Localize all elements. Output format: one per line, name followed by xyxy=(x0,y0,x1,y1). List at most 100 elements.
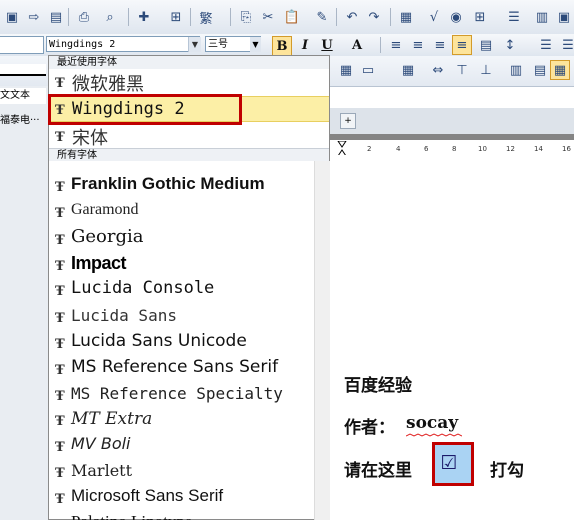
truetype-icon: Ŧ xyxy=(55,466,65,481)
table-grid-icon[interactable]: ▦ xyxy=(336,60,356,80)
cell-icon[interactable]: ⊥ xyxy=(476,60,496,80)
font-item[interactable]: MT Extra xyxy=(71,409,152,429)
font-size-value: 三号 xyxy=(208,39,228,50)
chevron-down-icon[interactable]: ▼ xyxy=(188,37,201,52)
split-icon[interactable]: ⊤ xyxy=(452,60,472,80)
truetype-icon: Ŧ xyxy=(55,180,65,195)
align-left-icon[interactable]: ≡ xyxy=(386,35,406,55)
justify-icon[interactable]: ≡ xyxy=(452,35,472,55)
distribute-icon[interactable]: ▥ xyxy=(506,60,526,80)
dropdown-scrollbar[interactable] xyxy=(314,161,330,520)
chevron-down-icon[interactable]: ▼ xyxy=(250,37,261,52)
columns-icon[interactable]: ☰ xyxy=(504,7,524,27)
truetype-icon: Ŧ xyxy=(55,233,65,248)
table-style-icon[interactable]: ▤ xyxy=(530,60,550,80)
line-spacing-icon[interactable]: ↕ xyxy=(500,35,520,55)
font-item[interactable]: Lucida Console xyxy=(71,278,214,298)
document-tab[interactable]: 福泰电··· xyxy=(0,113,46,129)
font-item[interactable]: Lucida Sans Unicode xyxy=(71,331,247,351)
redo-icon[interactable]: ↷ xyxy=(364,7,384,27)
new-tab-button[interactable]: + xyxy=(340,113,356,129)
reading-icon[interactable]: ▣ xyxy=(554,7,574,27)
truetype-icon: Ŧ xyxy=(55,363,65,378)
truetype-icon: Ŧ xyxy=(55,284,65,299)
insert-table-icon[interactable]: ⊞ xyxy=(470,7,490,27)
ruler-number: 8 xyxy=(452,145,457,153)
export-icon[interactable]: ⇨ xyxy=(24,7,44,27)
truetype-icon: Ŧ xyxy=(55,76,65,91)
selection-highlight-box xyxy=(48,94,242,125)
font-color-button[interactable]: A xyxy=(348,36,366,54)
paste-icon[interactable]: 📋 xyxy=(282,7,302,27)
font-item[interactable]: Garamond xyxy=(71,201,139,219)
document-line-3-after[interactable]: 打勾 xyxy=(490,456,524,481)
format-painter-icon[interactable]: ✎ xyxy=(312,7,332,27)
save-icon[interactable]: ▣ xyxy=(2,7,22,27)
document-line-3-before[interactable]: 请在这里 xyxy=(344,456,412,481)
print-icon[interactable]: ⎙ xyxy=(74,7,94,27)
font-item[interactable]: Franklin Gothic Medium xyxy=(71,174,265,194)
italic-button[interactable]: I xyxy=(296,36,314,54)
document-tab[interactable]: 文文本 xyxy=(0,88,46,104)
font-item[interactable]: Georgia xyxy=(71,226,143,247)
pdf-icon[interactable]: ▤ xyxy=(46,7,66,27)
document-author-name[interactable]: socay xyxy=(406,413,458,433)
truetype-icon: Ŧ xyxy=(55,389,65,404)
copy-icon[interactable]: ⎘ xyxy=(236,7,256,27)
checkbox-icon[interactable]: ☑ xyxy=(438,452,460,474)
font-item[interactable]: Impact xyxy=(71,253,127,274)
ruler-number: 14 xyxy=(534,145,543,153)
style-combo[interactable] xyxy=(0,36,44,54)
chart-icon[interactable]: ▥ xyxy=(532,7,552,27)
font-item[interactable]: Marlett xyxy=(71,461,132,480)
document-line-1[interactable]: 百度经验 xyxy=(344,371,412,396)
left-panel xyxy=(0,86,48,520)
spellcheck-underline xyxy=(406,433,462,437)
truetype-icon: Ŧ xyxy=(55,414,65,429)
font-item[interactable]: Microsoft Sans Serif xyxy=(71,486,223,506)
document-tab-bar xyxy=(328,108,574,134)
font-item[interactable]: 微软雅黑 xyxy=(72,70,144,96)
ruler-number: 16 xyxy=(562,145,571,153)
truetype-icon: Ŧ xyxy=(55,440,65,455)
align-center-icon[interactable]: ≡ xyxy=(408,35,428,55)
truetype-icon: Ŧ xyxy=(55,337,65,352)
cut-icon[interactable]: ✂ xyxy=(258,7,278,27)
table-view-icon[interactable]: ▦ xyxy=(550,60,570,80)
insert-rows-icon[interactable]: ▦ xyxy=(398,60,418,80)
underline-button[interactable]: U xyxy=(318,36,336,54)
truetype-icon: Ŧ xyxy=(55,311,65,326)
table-icon[interactable]: ▦ xyxy=(396,7,416,27)
formula-icon[interactable]: √ xyxy=(424,7,444,27)
font-combo-value: Wingdings 2 xyxy=(49,39,116,50)
font-item[interactable]: Palatino Linotype xyxy=(71,512,192,520)
left-input[interactable] xyxy=(0,64,46,76)
distributed-icon[interactable]: ▤ xyxy=(476,35,496,55)
truetype-icon: Ŧ xyxy=(55,259,65,274)
all-fonts-header: 所有字体 xyxy=(49,148,329,161)
font-item[interactable]: MV Boli xyxy=(71,434,131,453)
undo-icon[interactable]: ↶ xyxy=(342,7,362,27)
merge-icon[interactable]: ⇔ xyxy=(428,60,448,80)
document-author-label[interactable]: 作者： xyxy=(344,413,395,438)
format-icon[interactable]: ⊞ xyxy=(166,7,186,27)
traditional-icon[interactable]: 繁 xyxy=(196,7,216,27)
ruler-number: 10 xyxy=(478,145,487,153)
align-right-icon[interactable]: ≡ xyxy=(430,35,450,55)
numbering-icon[interactable]: ☰ xyxy=(558,35,574,55)
font-item[interactable]: Lucida Sans xyxy=(71,306,177,325)
recent-fonts-header: 最近使用字体 xyxy=(49,56,329,69)
truetype-icon: Ŧ xyxy=(55,492,65,507)
print-preview-icon[interactable]: ⌕ xyxy=(100,7,120,27)
table-border-icon[interactable]: ▭ xyxy=(358,60,378,80)
bullets-icon[interactable]: ☰ xyxy=(536,35,556,55)
font-item-partial[interactable]: Palatino Linotype xyxy=(49,510,314,520)
font-item[interactable]: MS Reference Specialty xyxy=(71,384,283,403)
font-combo[interactable]: Wingdings 2 xyxy=(46,36,200,52)
hyperlink-icon[interactable]: ◉ xyxy=(446,7,466,27)
bold-button[interactable]: B xyxy=(272,36,292,56)
font-item[interactable]: 宋体 xyxy=(72,124,108,150)
truetype-icon: Ŧ xyxy=(55,130,65,145)
new-icon[interactable]: ✚ xyxy=(134,7,154,27)
font-item[interactable]: MS Reference Sans Serif xyxy=(71,357,278,377)
